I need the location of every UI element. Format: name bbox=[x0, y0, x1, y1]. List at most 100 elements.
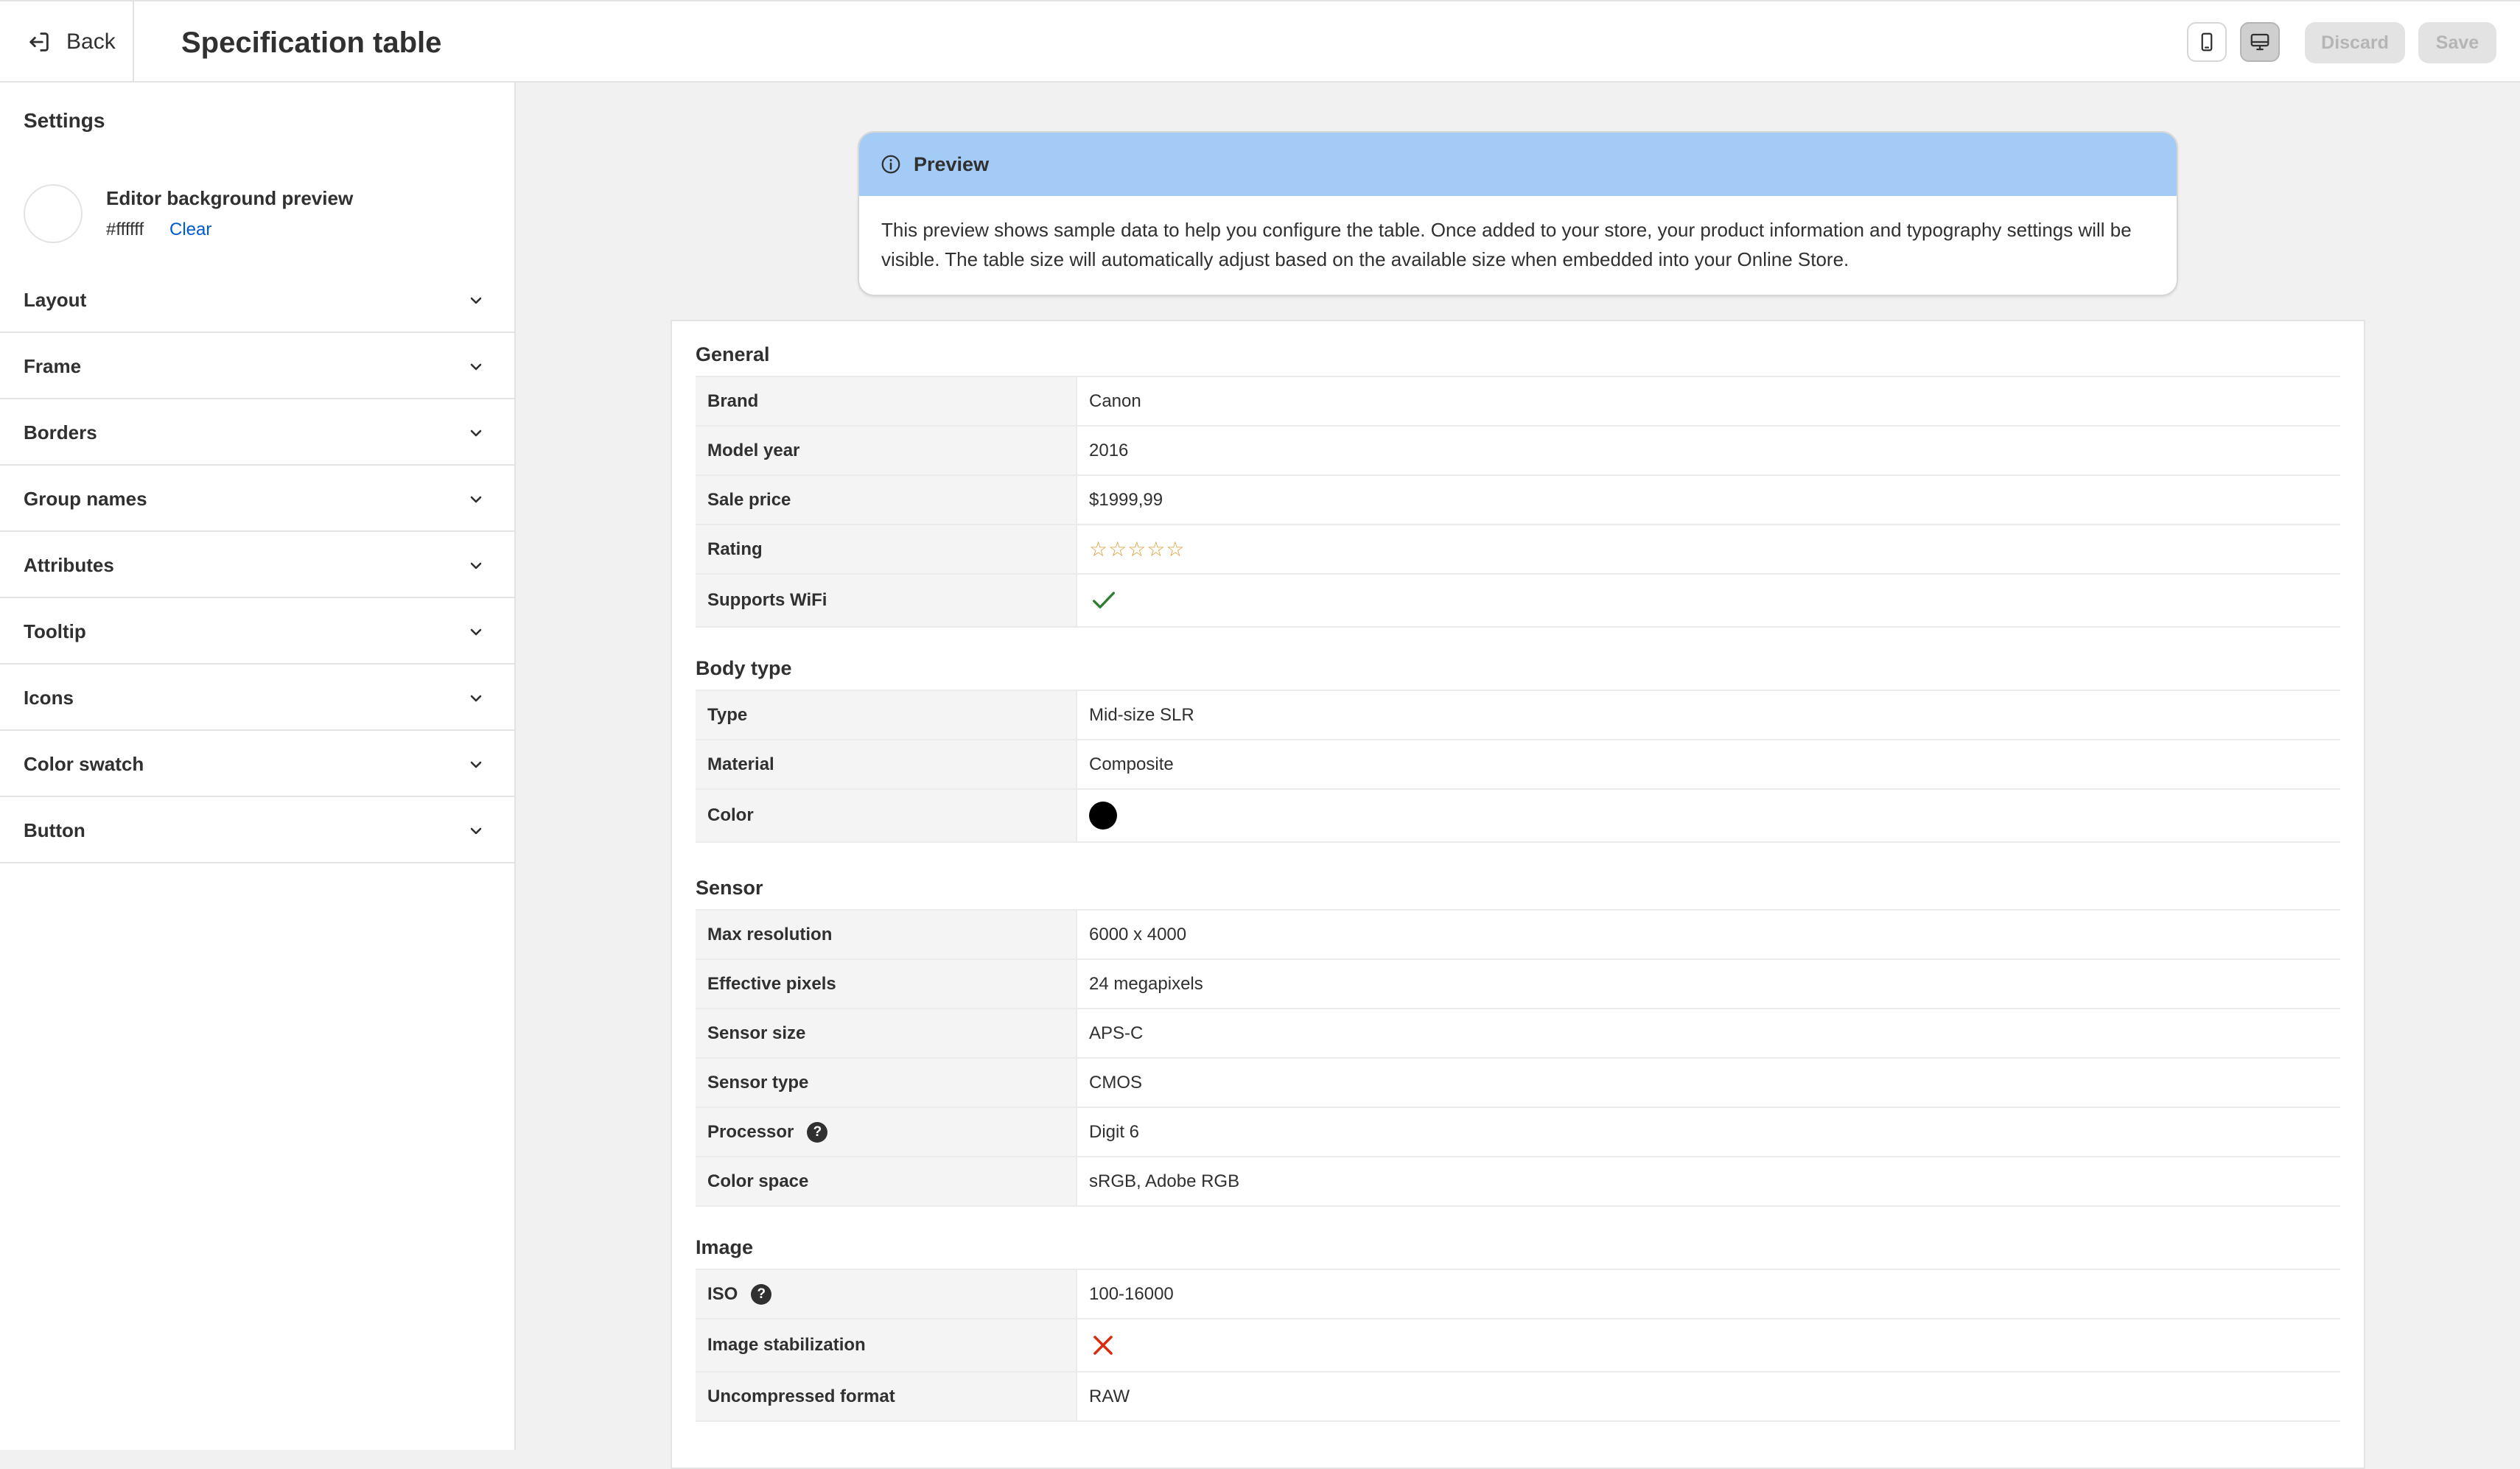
spec-group-general: General Brand Canon Model year 2016 Sale pric… bbox=[696, 339, 2340, 628]
editor-background-preview: Editor background preview #ffffff Clear bbox=[24, 183, 495, 249]
clear-link[interactable]: Clear bbox=[169, 220, 211, 240]
table-row: Material Composite bbox=[696, 740, 2340, 790]
background-preview-label: Editor background preview bbox=[106, 187, 354, 209]
desktop-view-button[interactable] bbox=[2240, 22, 2280, 62]
accordion-tooltip[interactable]: Tooltip bbox=[0, 598, 514, 665]
attribute-name-cell: Color space bbox=[696, 1157, 1077, 1205]
attribute-value: Composite bbox=[1089, 754, 1174, 774]
attribute-value: $1999,99 bbox=[1089, 489, 1163, 510]
table-row: Model year 2016 bbox=[696, 427, 2340, 476]
attribute-name: ISO bbox=[707, 1283, 738, 1304]
banner-title: Preview bbox=[914, 152, 990, 175]
attribute-name: Model year bbox=[707, 440, 800, 460]
table-row: Rating ☆☆☆☆☆ bbox=[696, 525, 2340, 575]
accordion-color-swatch[interactable]: Color swatch bbox=[0, 731, 514, 797]
spec-group-sensor: Sensor Max resolution 6000 x 4000 Effective… bbox=[696, 872, 2340, 1207]
background-color-swatch[interactable] bbox=[24, 184, 83, 243]
attribute-value-cell bbox=[1077, 575, 2340, 626]
accordion-group-names[interactable]: Group names bbox=[0, 466, 514, 532]
chevron-down-icon bbox=[470, 827, 482, 835]
accordion-label: Attributes bbox=[24, 554, 114, 576]
table-row: Sensor type CMOS bbox=[696, 1059, 2340, 1108]
table-row: Supports WiFi bbox=[696, 575, 2340, 628]
back-label: Back bbox=[66, 29, 116, 54]
table-row: Uncompressed format RAW bbox=[696, 1372, 2340, 1422]
attribute-name: Max resolution bbox=[707, 924, 833, 944]
preview-banner: Preview This preview shows sample data t… bbox=[858, 131, 2178, 296]
attribute-value: CMOS bbox=[1089, 1072, 1142, 1093]
accordion-label: Icons bbox=[24, 687, 74, 709]
attribute-value-cell: ☆☆☆☆☆ bbox=[1077, 525, 2340, 573]
attribute-name: Color bbox=[707, 805, 754, 825]
attribute-value: Digit 6 bbox=[1089, 1121, 1140, 1142]
help-tooltip-icon[interactable]: ? bbox=[751, 1283, 772, 1305]
attribute-value-cell: Digit 6 bbox=[1077, 1108, 2340, 1156]
attribute-name-cell: Sensor type bbox=[696, 1059, 1077, 1107]
attribute-name: Sensor size bbox=[707, 1023, 806, 1043]
attribute-name: Type bbox=[707, 704, 748, 725]
spec-group-image: Image ISO? 100-16000 Image stabilization Unc… bbox=[696, 1232, 2340, 1422]
attribute-value-cell: CMOS bbox=[1077, 1059, 2340, 1107]
attribute-name-cell: Sensor size bbox=[696, 1009, 1077, 1057]
attribute-value-cell: Mid-size SLR bbox=[1077, 691, 2340, 739]
attribute-name: Color space bbox=[707, 1171, 809, 1191]
background-color-value: #ffffff bbox=[106, 220, 144, 239]
accordion-attributes[interactable]: Attributes bbox=[0, 532, 514, 598]
attribute-value-cell: Canon bbox=[1077, 377, 2340, 425]
settings-heading: Settings bbox=[24, 109, 105, 132]
back-button[interactable]: Back bbox=[0, 1, 134, 83]
mobile-view-button[interactable] bbox=[2187, 22, 2227, 62]
attribute-value: 24 megapixels bbox=[1089, 973, 1203, 994]
attribute-name-cell: Model year bbox=[696, 427, 1077, 474]
settings-accordion: Layout Frame Borders Group names Attributes T… bbox=[0, 267, 514, 863]
accordion-frame[interactable]: Frame bbox=[0, 333, 514, 399]
help-tooltip-icon[interactable]: ? bbox=[807, 1121, 828, 1143]
attribute-value: Mid-size SLR bbox=[1089, 704, 1194, 725]
accordion-label: Button bbox=[24, 819, 85, 841]
attribute-value-cell: APS-C bbox=[1077, 1009, 2340, 1057]
attribute-value-cell: 100-16000 bbox=[1077, 1270, 2340, 1318]
attribute-value: 6000 x 4000 bbox=[1089, 924, 1187, 944]
save-button[interactable]: Save bbox=[2418, 22, 2496, 63]
attribute-value-cell: 2016 bbox=[1077, 427, 2340, 474]
table-row: Brand Canon bbox=[696, 377, 2340, 427]
color-swatch-dot bbox=[1089, 802, 1117, 830]
chevron-down-icon bbox=[470, 628, 482, 636]
accordion-label: Borders bbox=[24, 421, 97, 443]
table-row: Processor? Digit 6 bbox=[696, 1108, 2340, 1157]
accordion-icons[interactable]: Icons bbox=[0, 665, 514, 731]
chevron-down-icon bbox=[470, 562, 482, 569]
attribute-value: sRGB, Adobe RGB bbox=[1089, 1171, 1240, 1191]
chevron-down-icon bbox=[470, 496, 482, 503]
chevron-down-icon bbox=[470, 297, 482, 304]
rating-stars: ☆☆☆☆☆ bbox=[1089, 538, 1186, 561]
info-icon bbox=[881, 155, 900, 174]
accordion-borders[interactable]: Borders bbox=[0, 399, 514, 466]
accordion-label: Color swatch bbox=[24, 753, 144, 775]
cross-icon bbox=[1093, 1336, 1113, 1355]
table-row: Sensor size APS-C bbox=[696, 1009, 2340, 1059]
attribute-name-cell: Max resolution bbox=[696, 911, 1077, 958]
attribute-name-cell: Supports WiFi bbox=[696, 575, 1077, 626]
attribute-name: Brand bbox=[707, 390, 759, 411]
chevron-down-icon bbox=[470, 430, 482, 437]
attribute-name-cell: Effective pixels bbox=[696, 960, 1077, 1008]
table-row: Color space sRGB, Adobe RGB bbox=[696, 1157, 2340, 1207]
attribute-name-cell: Color bbox=[696, 790, 1077, 841]
attribute-name-cell: Uncompressed format bbox=[696, 1372, 1077, 1420]
accordion-button[interactable]: Button bbox=[0, 797, 514, 863]
attribute-name: Image stabilization bbox=[707, 1335, 866, 1355]
attribute-name: Uncompressed format bbox=[707, 1386, 895, 1406]
attribute-value: APS-C bbox=[1089, 1023, 1144, 1043]
attribute-name-cell: Brand bbox=[696, 377, 1077, 425]
attribute-name: Material bbox=[707, 754, 774, 774]
discard-button[interactable]: Discard bbox=[2305, 22, 2405, 63]
attribute-name-cell: Image stabilization bbox=[696, 1319, 1077, 1371]
accordion-layout[interactable]: Layout bbox=[0, 267, 514, 333]
page-title: Specification table bbox=[181, 27, 442, 59]
attribute-value: Canon bbox=[1089, 390, 1141, 411]
group-title: Image bbox=[696, 1232, 2340, 1270]
accordion-label: Group names bbox=[24, 488, 147, 510]
attribute-name: Supports WiFi bbox=[707, 590, 827, 610]
banner-text: This preview shows sample data to help y… bbox=[881, 219, 2132, 270]
